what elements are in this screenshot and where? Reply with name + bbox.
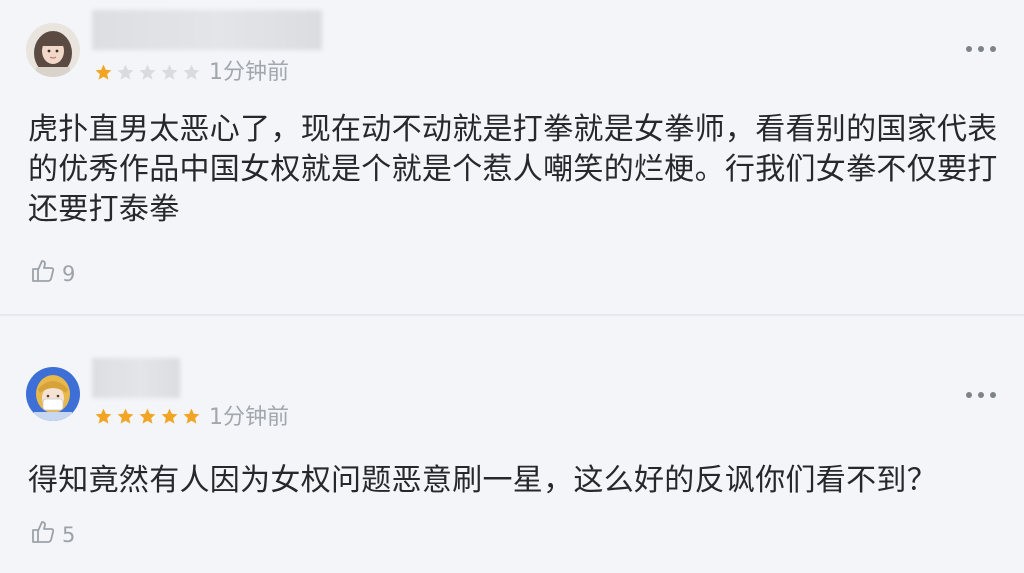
star-rating bbox=[94, 407, 201, 429]
star-icon bbox=[94, 407, 113, 426]
more-dot bbox=[990, 392, 996, 398]
comment-text: 得知竟然有人因为女权问题恶意刷一星，这么好的反讽你们看不到？ bbox=[28, 463, 937, 498]
comment-item: 1分钟前 得知竟然有人因为女权问题恶意刷一星，这么好的反讽你们看不到？ 5 bbox=[0, 316, 1024, 573]
star-rating bbox=[94, 63, 201, 85]
star-icon bbox=[116, 63, 135, 82]
comment-time: 1分钟前 bbox=[209, 60, 289, 85]
username-redacted bbox=[92, 10, 322, 50]
user-avatar[interactable] bbox=[26, 367, 80, 421]
avatar-girl-image bbox=[26, 23, 80, 77]
star-icon bbox=[160, 407, 179, 426]
more-dot bbox=[978, 392, 984, 398]
like-button[interactable]: 5 bbox=[30, 519, 76, 547]
more-dot bbox=[990, 46, 996, 52]
comment-text: 虎扑直男太恶心了，现在动不动就是打拳就是女拳师，看看别的国家代表的优秀作品中国女… bbox=[28, 112, 998, 227]
like-count: 9 bbox=[62, 262, 76, 286]
star-icon bbox=[94, 63, 113, 82]
more-options-button[interactable] bbox=[966, 45, 996, 53]
avatar-anime-image bbox=[26, 367, 80, 421]
user-avatar[interactable] bbox=[26, 23, 80, 77]
more-dot bbox=[978, 46, 984, 52]
comment-time: 1分钟前 bbox=[209, 405, 289, 430]
comment-item: 1分钟前 虎扑直男太恶心了，现在动不动就是打拳就是女拳师，看看别的国家代表的优秀… bbox=[0, 0, 1024, 314]
more-dot bbox=[966, 392, 972, 398]
like-count: 5 bbox=[62, 523, 76, 547]
star-icon bbox=[182, 63, 201, 82]
username-redacted bbox=[92, 358, 180, 398]
more-dot bbox=[966, 46, 972, 52]
star-icon bbox=[138, 407, 157, 426]
star-icon bbox=[116, 407, 135, 426]
like-button[interactable]: 9 bbox=[30, 258, 76, 286]
star-icon bbox=[138, 63, 157, 82]
star-icon bbox=[160, 63, 179, 82]
more-options-button[interactable] bbox=[966, 391, 996, 399]
thumbs-up-icon bbox=[32, 260, 55, 282]
thumbs-up-icon bbox=[32, 521, 55, 543]
star-icon bbox=[182, 407, 201, 426]
